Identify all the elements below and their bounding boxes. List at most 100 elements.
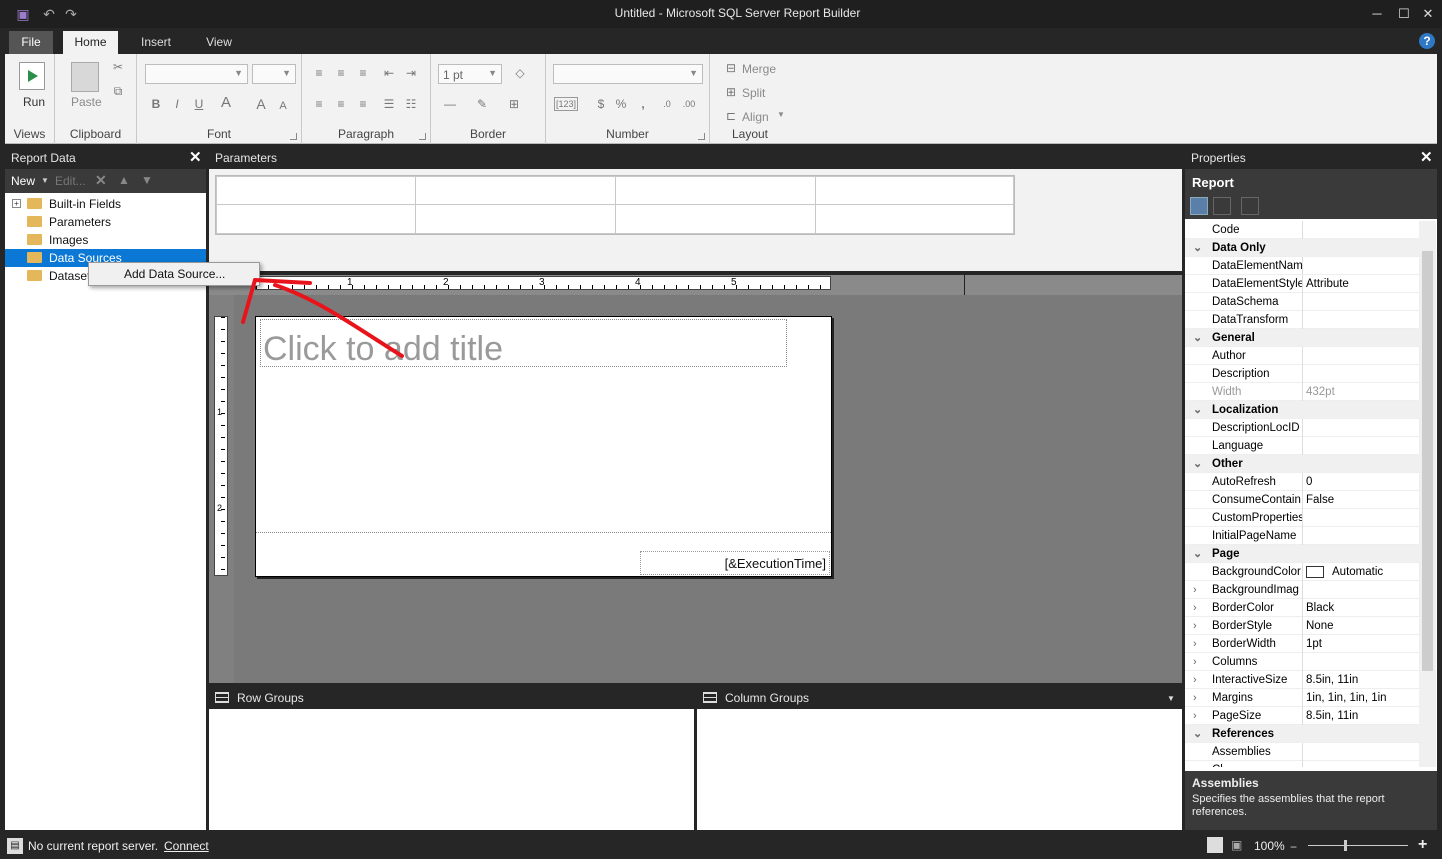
maximize-button[interactable]: ☐ — [1393, 4, 1415, 24]
tab-view[interactable]: View — [196, 31, 242, 54]
edit-button[interactable]: Edit... — [55, 174, 86, 188]
expand-icon[interactable]: › — [1193, 599, 1197, 617]
collapse-icon[interactable]: ⌄ — [1193, 455, 1202, 473]
new-dropdown-icon[interactable]: ▼ — [41, 176, 49, 185]
tree-item-built-in-fields[interactable]: + Built-in Fields — [5, 195, 206, 213]
collapse-icon[interactable]: ⌄ — [1193, 725, 1202, 743]
align-top-icon[interactable]: ≡ — [310, 64, 328, 82]
collapse-icon[interactable]: ⌄ — [1193, 401, 1202, 419]
delete-icon[interactable]: ✕ — [95, 172, 107, 189]
property-value[interactable]: False — [1306, 491, 1334, 509]
font-color-button[interactable]: A — [217, 94, 235, 112]
preview-icon[interactable]: ▣ — [1231, 838, 1242, 852]
increase-indent-icon[interactable]: ⇥ — [402, 64, 420, 82]
minimize-button[interactable]: ─ — [1366, 4, 1388, 24]
property-row[interactable]: InitialPageName — [1185, 527, 1419, 545]
property-row[interactable]: › PageSize 8.5in, 11in — [1185, 707, 1419, 725]
property-row[interactable]: Cl — [1185, 761, 1419, 767]
property-row[interactable]: DataElementNam — [1185, 257, 1419, 275]
number-format-combo[interactable]: ▼ — [553, 64, 703, 84]
pen-color-icon[interactable]: ✎ — [473, 95, 491, 113]
align-middle-icon[interactable]: ≡ — [332, 64, 350, 82]
grow-font-button[interactable]: A — [252, 95, 270, 113]
new-button[interactable]: New — [11, 174, 35, 188]
expand-icon[interactable]: › — [1193, 671, 1197, 689]
property-value[interactable]: 1pt — [1306, 635, 1322, 653]
expand-icon[interactable]: › — [1193, 707, 1197, 725]
property-value[interactable]: Automatic — [1332, 563, 1383, 581]
zoom-in-icon[interactable]: + — [1418, 836, 1427, 854]
property-value[interactable]: 432pt — [1306, 383, 1335, 401]
split-button[interactable]: Split — [742, 86, 765, 100]
tab-insert[interactable]: Insert — [130, 31, 182, 54]
comma-button[interactable]: , — [634, 95, 652, 113]
collapse-icon[interactable]: ⌄ — [1193, 329, 1202, 347]
categorized-icon[interactable] — [1190, 197, 1208, 215]
property-category[interactable]: ⌄ General — [1185, 329, 1419, 347]
shrink-font-button[interactable]: A — [274, 97, 292, 115]
property-category[interactable]: ⌄ Other — [1185, 455, 1419, 473]
connect-link[interactable]: Connect — [164, 839, 209, 853]
property-row[interactable]: › BorderWidth 1pt — [1185, 635, 1419, 653]
align-dropdown-icon[interactable]: ▼ — [777, 110, 785, 119]
tree-item-images[interactable]: Images — [5, 231, 206, 249]
property-row[interactable]: › BackgroundImag — [1185, 581, 1419, 599]
tab-file[interactable]: File — [9, 31, 53, 54]
property-row[interactable]: › Columns — [1185, 653, 1419, 671]
number-dialog-launcher[interactable] — [698, 133, 705, 140]
execution-time-textbox[interactable]: [&ExecutionTime] — [640, 551, 830, 575]
line-style-icon[interactable]: — — [441, 95, 459, 113]
underline-button[interactable]: U — [190, 95, 208, 113]
collapse-icon[interactable]: ⌄ — [1193, 239, 1202, 257]
parameter-cell[interactable] — [415, 204, 616, 234]
add-data-source-menu-item[interactable]: Add Data Source... — [124, 267, 225, 281]
property-row[interactable]: DataElementStyle Attribute — [1185, 275, 1419, 293]
expand-icon[interactable]: › — [1193, 581, 1197, 599]
bold-button[interactable]: B — [147, 95, 165, 113]
property-category[interactable]: ⌄ Page — [1185, 545, 1419, 563]
move-down-icon[interactable]: ▼ — [141, 173, 153, 187]
property-row[interactable]: DescriptionLocID — [1185, 419, 1419, 437]
italic-button[interactable]: I — [168, 95, 186, 113]
copy-icon[interactable]: ⧉ — [109, 82, 127, 100]
font-name-combo[interactable]: ▼ — [145, 64, 248, 84]
property-row[interactable]: › Margins 1in, 1in, 1in, 1in — [1185, 689, 1419, 707]
border-width-combo[interactable]: 1 pt ▼ — [438, 64, 502, 84]
property-row[interactable]: Author — [1185, 347, 1419, 365]
property-row[interactable]: DataTransform — [1185, 311, 1419, 329]
align-bottom-icon[interactable]: ≡ — [354, 64, 372, 82]
percent-button[interactable]: % — [612, 95, 630, 113]
parameter-cell[interactable] — [615, 204, 816, 234]
property-value[interactable]: 1in, 1in, 1in, 1in — [1306, 689, 1387, 707]
property-row[interactable]: Language — [1185, 437, 1419, 455]
align-right-icon[interactable]: ≡ — [354, 95, 372, 113]
property-category[interactable]: ⌄ Localization — [1185, 401, 1419, 419]
report-title-textbox[interactable]: Click to add title — [260, 319, 787, 368]
paste-button[interactable]: Paste — [71, 95, 102, 109]
paragraph-dialog-launcher[interactable] — [419, 133, 426, 140]
move-up-icon[interactable]: ▲ — [118, 173, 130, 187]
property-row[interactable]: BackgroundColor Automatic — [1185, 563, 1419, 581]
decrease-decimal-icon[interactable]: .00 — [680, 95, 698, 113]
property-value[interactable]: Attribute — [1306, 275, 1349, 293]
fill-color-icon[interactable]: ◇ — [511, 64, 529, 82]
property-row[interactable]: › InteractiveSize 8.5in, 11in — [1185, 671, 1419, 689]
font-dialog-launcher[interactable] — [290, 133, 297, 140]
parameter-cell[interactable] — [615, 176, 816, 205]
decrease-indent-icon[interactable]: ⇤ — [380, 64, 398, 82]
numbering-icon[interactable]: ☷ — [402, 95, 420, 113]
increase-decimal-icon[interactable]: .0 — [658, 95, 676, 113]
property-value[interactable]: 0 — [1306, 473, 1312, 491]
tree-item-parameters[interactable]: Parameters — [5, 213, 206, 231]
align-center-icon[interactable]: ≡ — [332, 95, 350, 113]
property-row[interactable]: Description — [1185, 365, 1419, 383]
help-icon[interactable]: ? — [1419, 33, 1435, 49]
placeholder-styles-button[interactable]: [123] — [554, 97, 578, 111]
report-page[interactable]: Click to add title [&ExecutionTime] — [255, 316, 832, 577]
bullets-icon[interactable]: ☰ — [380, 95, 398, 113]
property-value[interactable]: 8.5in, 11in — [1306, 707, 1358, 725]
merge-button[interactable]: Merge — [742, 62, 776, 76]
paste-icon[interactable] — [71, 62, 99, 92]
property-value[interactable]: Black — [1306, 599, 1334, 617]
collapse-icon[interactable]: ⌄ — [1193, 545, 1202, 563]
